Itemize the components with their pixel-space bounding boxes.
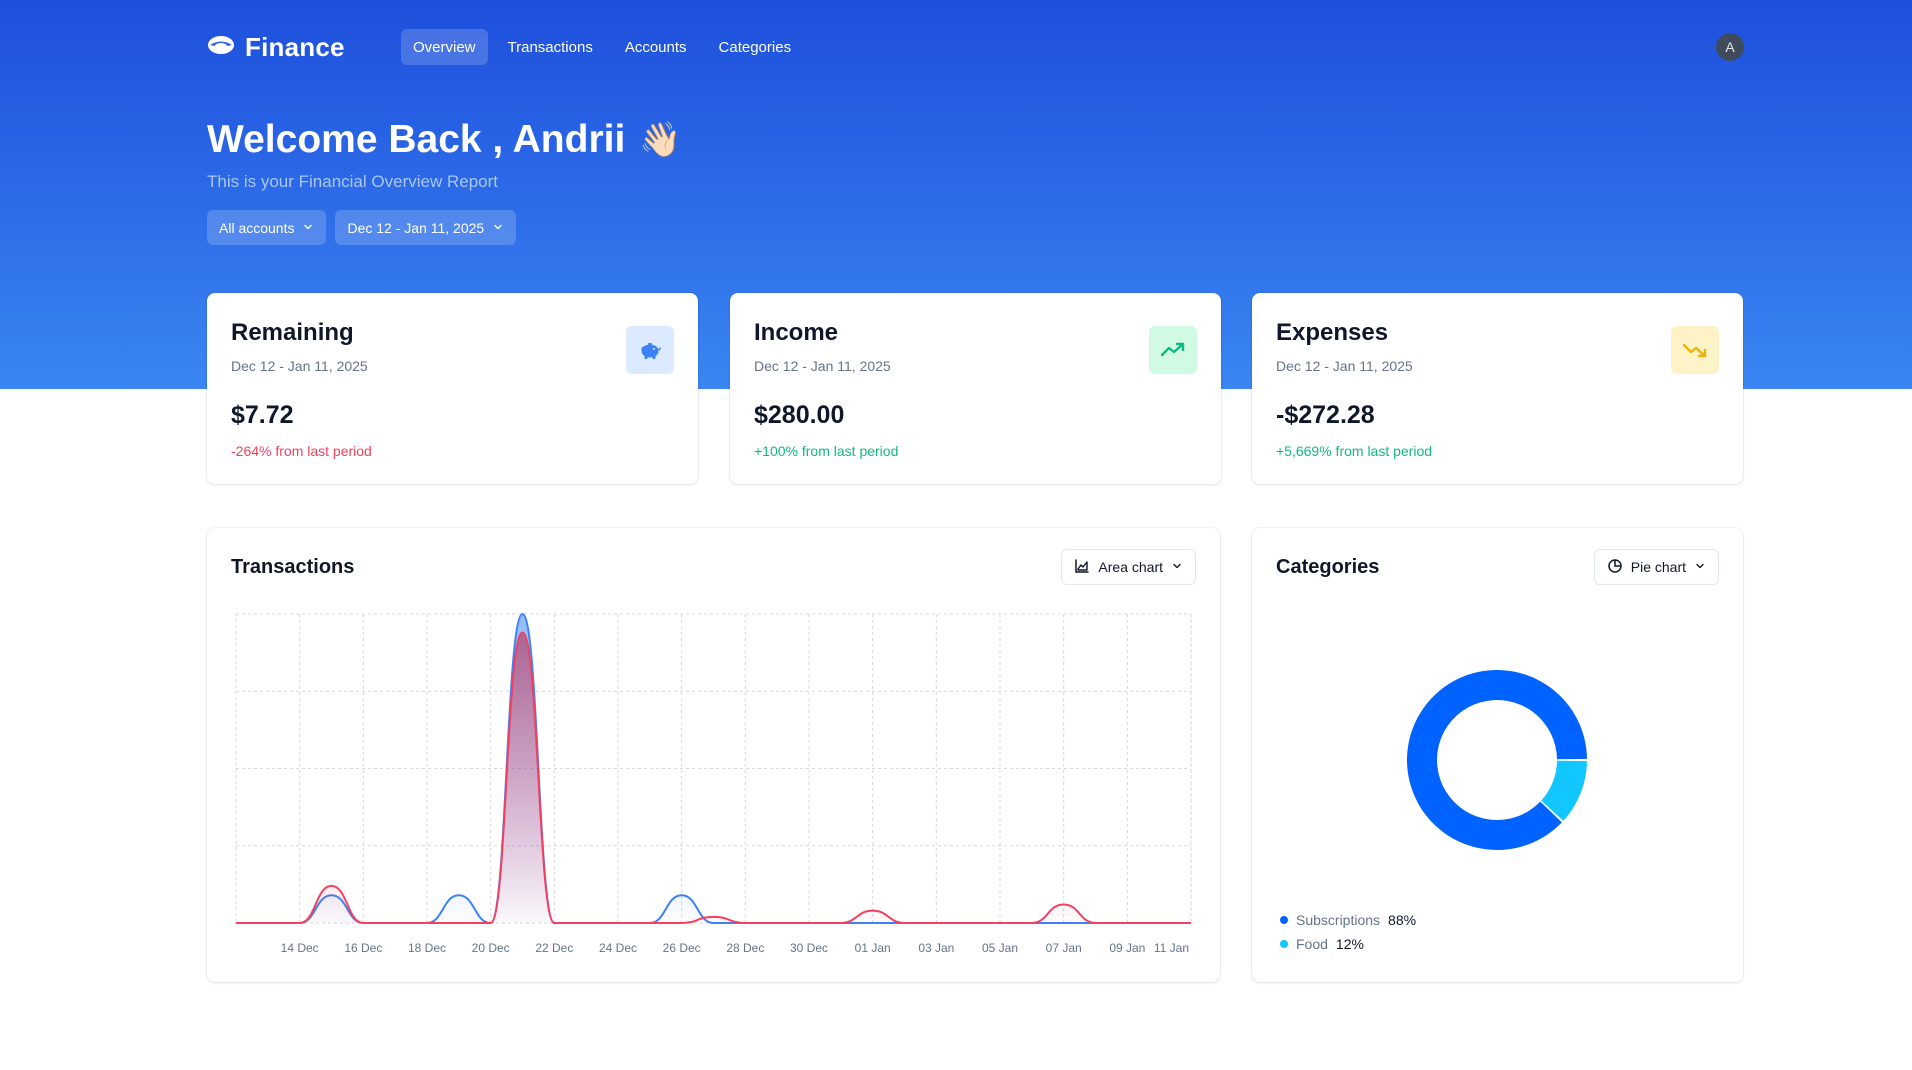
card-change: +5,669% from last period (1276, 443, 1433, 459)
legend-dot (1280, 916, 1288, 924)
x-tick-label: 09 Jan (1109, 941, 1145, 955)
income-card: Income Dec 12 - Jan 11, 2025 $280.00 +10… (730, 293, 1221, 484)
x-tick-label: 24 Dec (599, 941, 637, 955)
date-range-filter[interactable]: Dec 12 - Jan 11, 2025 (335, 210, 517, 245)
legend-label: Food (1296, 936, 1328, 952)
x-tick-label: 18 Dec (408, 941, 446, 955)
x-tick-label: 11 Jan (1154, 941, 1189, 955)
legend-value: 12% (1335, 936, 1364, 952)
card-amount: -$272.28 (1276, 401, 1375, 429)
legend-dot (1280, 940, 1288, 948)
card-date-range: Dec 12 - Jan 11, 2025 (1276, 358, 1413, 374)
brand[interactable]: Finance (207, 29, 345, 65)
transactions-area-chart: 14 Dec 16 Dec 18 Dec 20 Dec 22 Dec 24 Dec 26 D… (235, 612, 1192, 955)
series-area-1 (236, 632, 1191, 923)
categories-donut-chart (1407, 670, 1587, 850)
x-tick-label: 26 Dec (663, 941, 701, 955)
card-title: Income (754, 319, 839, 346)
remaining-card: Remaining Dec 12 - Jan 11, 2025 $7.72 -2… (207, 293, 698, 484)
card-date-range: Dec 12 - Jan 11, 2025 (231, 358, 368, 374)
welcome-title: Welcome Back , Andrii (207, 118, 626, 161)
nav-link-transactions[interactable]: Transactions (496, 29, 605, 65)
x-tick-label: 01 Jan (855, 941, 891, 955)
expenses-card: Expenses Dec 12 - Jan 11, 2025 -$272.28 … (1252, 293, 1743, 484)
donut-slice-subscriptions (1407, 670, 1587, 850)
series-line-1 (235, 631, 1191, 924)
trending-down-icon (1671, 326, 1719, 374)
nav-links: Overview Transactions Accounts Categorie… (401, 29, 803, 65)
card-change: -264% from last period (231, 443, 372, 459)
waving-hand-icon: 👋🏻 (639, 121, 682, 159)
categories-card: Categories Pie chart Subscriptions 88% F… (1252, 528, 1743, 982)
card-change: +100% from last period (754, 443, 899, 459)
card-amount: $7.72 (231, 401, 294, 429)
nav-link-overview[interactable]: Overview (401, 29, 488, 65)
x-tick-label: 28 Dec (726, 941, 764, 955)
welcome-subtitle: This is your Financial Overview Report (207, 172, 498, 191)
transactions-card: Transactions Area chart 14 Dec 16 Dec 18 D… (207, 528, 1220, 982)
welcome-heading: Welcome Back , Andrii 👋🏻 (207, 118, 682, 162)
account-filter[interactable]: All accounts (207, 210, 327, 245)
brand-name: Finance (245, 31, 345, 62)
date-range-label: Dec 12 - Jan 11, 2025 (347, 219, 485, 236)
categories-legend: Subscriptions 88% Food 12% (1280, 908, 1416, 956)
chevron-down-icon (302, 220, 314, 236)
chevron-down-icon (492, 220, 504, 236)
x-tick-label: 30 Dec (790, 941, 828, 955)
x-tick-label: 05 Jan (982, 941, 1018, 955)
nav-link-accounts[interactable]: Accounts (613, 29, 699, 65)
x-tick-label: 22 Dec (535, 941, 573, 955)
legend-item: Food 12% (1280, 932, 1416, 956)
nav-link-categories[interactable]: Categories (707, 29, 804, 65)
legend-item: Subscriptions 88% (1280, 908, 1416, 932)
card-title: Remaining (231, 319, 354, 346)
card-amount: $280.00 (754, 401, 845, 429)
legend-label: Subscriptions (1296, 912, 1381, 928)
card-title: Expenses (1276, 319, 1389, 346)
user-avatar[interactable]: A (1716, 33, 1744, 61)
card-date-range: Dec 12 - Jan 11, 2025 (754, 358, 891, 374)
filters: All accounts Dec 12 - Jan 11, 2025 (207, 210, 517, 245)
x-tick-label: 07 Jan (1046, 941, 1082, 955)
x-tick-label: 20 Dec (472, 941, 510, 955)
piggy-bank-icon (626, 326, 674, 374)
trending-up-icon (1149, 326, 1197, 374)
x-tick-label: 16 Dec (344, 941, 382, 955)
top-navigation: Finance Overview Transactions Accounts C… (207, 29, 1744, 65)
account-filter-label: All accounts (219, 219, 295, 236)
x-tick-label: 14 Dec (281, 941, 319, 955)
legend-value: 88% (1388, 912, 1417, 928)
finance-logo-icon (207, 34, 235, 61)
x-tick-label: 03 Jan (918, 941, 954, 955)
